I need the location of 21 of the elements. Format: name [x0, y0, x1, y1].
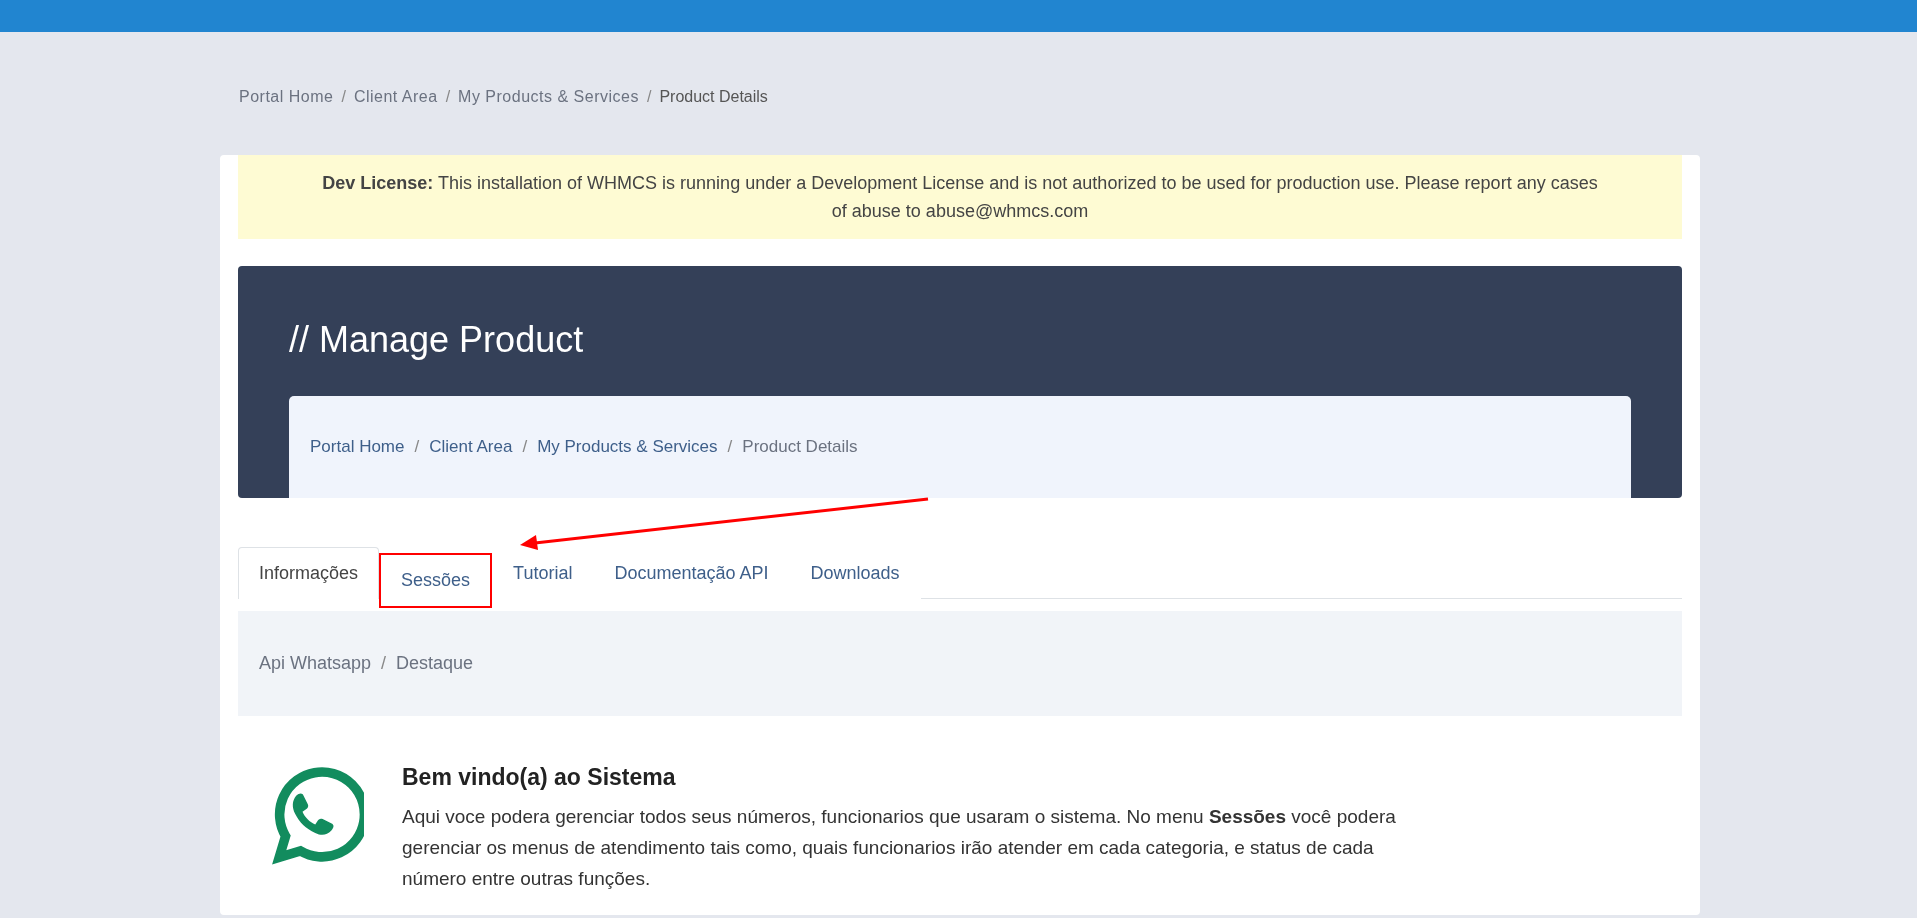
breadcrumb-link[interactable]: Portal Home: [239, 88, 334, 106]
breadcrumb-link[interactable]: Client Area: [353, 88, 438, 106]
breadcrumb-link[interactable]: My Products & Services: [537, 437, 718, 457]
welcome-title: Bem vindo(a) ao Sistema: [402, 764, 677, 791]
breadcrumb-item: Api Whatsapp: [259, 653, 372, 674]
breadcrumb-link[interactable]: Portal Home: [310, 437, 405, 457]
page-title: // Manage Product: [289, 318, 585, 362]
breadcrumb-separator: /: [381, 653, 387, 674]
welcome-text: Aqui voce podera gerenciar todos seus números, funcionarios que usaram o sistema. No menu Sessões você podera gerenciar os menus de atendimento tais como, quais funcionarios irão atender em cada categoria, e status de cada número entre outras funções.: [402, 805, 1397, 891]
tab[interactable]: Sessões: [379, 553, 493, 608]
breadcrumb-link[interactable]: Client Area: [429, 437, 513, 457]
breadcrumb-separator: /: [646, 88, 652, 106]
breadcrumb-separator: /: [522, 437, 528, 457]
alert-text: Dev License: This installation of WHMCS is running under a Development License and is not authorized to be used for production use. Please report any cases of abuse to abuse@whmcs.com: [322, 173, 1598, 221]
breadcrumb-separator: /: [727, 437, 733, 457]
breadcrumb-separator: /: [414, 437, 420, 457]
breadcrumb-item: Destaque: [396, 653, 474, 674]
breadcrumb-separator: /: [341, 88, 346, 106]
breadcrumb-separator: /: [445, 88, 451, 106]
tab[interactable]: Informações: [238, 547, 380, 599]
breadcrumb-link[interactable]: My Products & Services: [458, 88, 639, 106]
